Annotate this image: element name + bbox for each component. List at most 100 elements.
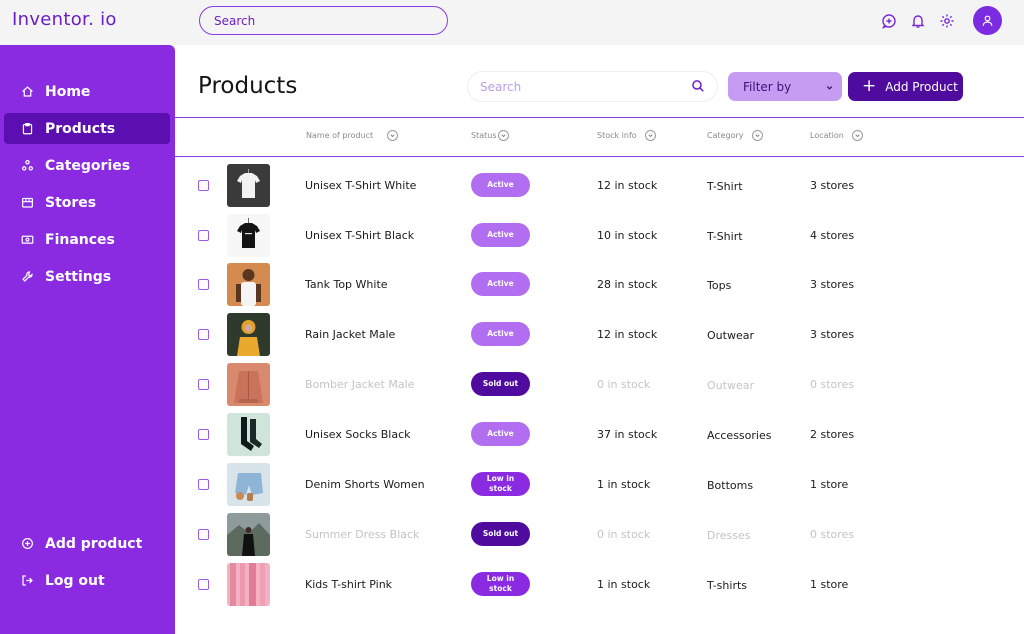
row-checkbox[interactable]	[198, 479, 209, 490]
product-name[interactable]: Unisex Socks Black	[305, 428, 411, 441]
chevron-down-icon[interactable]	[387, 130, 399, 141]
chevron-down-icon[interactable]	[751, 130, 763, 141]
product-name[interactable]: Kids T-shirt Pink	[305, 578, 392, 591]
status-badge: Active	[471, 422, 530, 446]
product-name[interactable]: Rain Jacket Male	[305, 328, 395, 341]
product-name[interactable]: Bomber Jacket Male	[305, 378, 414, 391]
page-title: Products	[198, 73, 298, 99]
user-icon	[982, 15, 993, 26]
column-header-name[interactable]: Name of product	[306, 130, 399, 141]
stock-info: 28 in stock	[597, 278, 658, 291]
stock-info: 12 in stock	[597, 328, 658, 341]
column-header-location[interactable]: Location	[810, 130, 863, 141]
sidebar-item-home[interactable]: Home	[4, 76, 170, 107]
product-name[interactable]: Unisex T-Shirt White	[305, 179, 416, 192]
search-icon[interactable]	[691, 79, 705, 96]
sidebar: Home Products Categories Stores Finances…	[0, 45, 175, 634]
sidebar-log-out[interactable]: Log out	[4, 565, 170, 596]
table-row[interactable]: Unisex T-Shirt Black Active 10 in stock T-S…	[175, 211, 1024, 261]
table-row[interactable]: Unisex Socks Black Active 37 in stock Acces…	[175, 410, 1024, 460]
store-icon	[20, 196, 34, 210]
denim-shorts-thumbnail	[227, 463, 270, 506]
app-logo[interactable]: Inventor. io	[12, 9, 117, 30]
sidebar-item-label: Settings	[45, 268, 112, 285]
table-row[interactable]: Kids T-shirt Pink Low in stock 1 in stock T…	[175, 560, 1024, 610]
chevron-down-icon[interactable]	[644, 130, 656, 141]
logout-icon	[20, 574, 34, 588]
chat-add-icon[interactable]	[880, 12, 898, 30]
main-content: Products Search Filter by + Add Product …	[175, 45, 1024, 634]
location: 1 store	[810, 478, 849, 491]
categories-icon	[20, 159, 34, 173]
column-header-status[interactable]: Status	[471, 130, 509, 141]
sidebar-item-settings[interactable]: Settings	[4, 261, 170, 292]
sidebar-item-categories[interactable]: Categories	[4, 150, 170, 181]
sidebar-add-product[interactable]: Add product	[4, 528, 170, 559]
sidebar-item-label: Categories	[45, 157, 131, 174]
table-row[interactable]: Summer Dress Black Sold out 0 in stock Dres…	[175, 510, 1024, 560]
row-checkbox[interactable]	[198, 180, 209, 191]
sidebar-item-label: Log out	[45, 572, 105, 589]
product-name[interactable]: Tank Top White	[305, 278, 388, 291]
table-row[interactable]: Bomber Jacket Male Sold out 0 in stock Outw…	[175, 360, 1024, 410]
kids-tshirt-thumbnail	[227, 563, 270, 606]
chevron-down-icon[interactable]	[497, 130, 509, 141]
stock-info: 10 in stock	[597, 229, 658, 242]
gear-icon[interactable]	[938, 12, 956, 30]
table-row[interactable]: Unisex T-Shirt White Active 12 in stock T-S…	[175, 161, 1024, 211]
location: 3 stores	[810, 328, 855, 341]
row-checkbox[interactable]	[198, 279, 209, 290]
row-checkbox[interactable]	[198, 529, 209, 540]
clipboard-icon	[20, 122, 34, 136]
table-row[interactable]: Denim Shorts Women Low in stock 1 in stock…	[175, 460, 1024, 510]
socks-thumbnail	[227, 413, 270, 456]
status-badge: Active	[471, 322, 530, 346]
bell-icon[interactable]	[909, 12, 927, 30]
column-header-category[interactable]: Category	[707, 130, 763, 141]
sidebar-item-products[interactable]: Products	[4, 113, 170, 144]
category: T-Shirt	[707, 180, 743, 193]
filter-by-dropdown[interactable]: Filter by	[728, 72, 842, 101]
category: Outwear	[707, 379, 754, 392]
tshirt-white-thumbnail	[227, 164, 270, 207]
row-checkbox[interactable]	[198, 379, 209, 390]
sidebar-item-label: Products	[45, 120, 116, 137]
table-row[interactable]: Rain Jacket Male Active 12 in stock Outwear…	[175, 310, 1024, 360]
user-avatar[interactable]	[973, 6, 1002, 35]
money-icon	[20, 233, 34, 247]
sidebar-item-label: Stores	[45, 194, 97, 211]
category: Accessories	[707, 429, 772, 442]
location: 4 stores	[810, 229, 855, 242]
location: 0 stores	[810, 378, 855, 391]
status-badge: Active	[471, 272, 530, 296]
table-row[interactable]: Tank Top White Active 28 in stock Tops 3 sto…	[175, 260, 1024, 310]
status-badge: Active	[471, 173, 530, 197]
sidebar-item-stores[interactable]: Stores	[4, 187, 170, 218]
stock-info: 1 in stock	[597, 478, 651, 491]
product-name[interactable]: Denim Shorts Women	[305, 478, 425, 491]
category: T-Shirt	[707, 230, 743, 243]
product-name[interactable]: Summer Dress Black	[305, 528, 419, 541]
sidebar-item-finances[interactable]: Finances	[4, 224, 170, 255]
product-name[interactable]: Unisex T-Shirt Black	[305, 229, 414, 242]
home-icon	[20, 85, 34, 99]
row-checkbox[interactable]	[198, 230, 209, 241]
tank-top-thumbnail	[227, 263, 270, 306]
status-badge: Low in stock	[471, 572, 530, 596]
add-product-button[interactable]: + Add Product	[848, 72, 963, 101]
chevron-down-icon[interactable]	[851, 130, 863, 141]
column-header-stock[interactable]: Stock info	[597, 130, 656, 141]
row-checkbox[interactable]	[198, 329, 209, 340]
stock-info: 0 in stock	[597, 528, 651, 541]
location: 0 stores	[810, 528, 855, 541]
stock-info: 37 in stock	[597, 428, 658, 441]
category: T-shirts	[707, 579, 748, 592]
product-search-input[interactable]: Search	[468, 72, 717, 101]
summer-dress-thumbnail	[227, 513, 270, 556]
global-search-input[interactable]: Search	[199, 6, 448, 35]
row-checkbox[interactable]	[198, 579, 209, 590]
category: Outwear	[707, 329, 754, 342]
top-bar: Inventor. io Search	[0, 0, 1024, 42]
status-badge: Sold out	[471, 372, 530, 396]
row-checkbox[interactable]	[198, 429, 209, 440]
